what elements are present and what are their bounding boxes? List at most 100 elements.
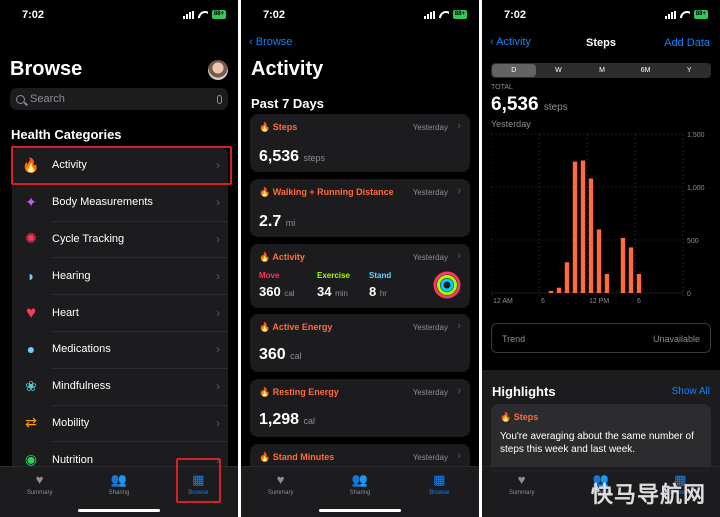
category-item-mindfulness[interactable]: ❀ Mindfulness › <box>12 367 228 405</box>
y-tick-label: 1,500 <box>687 132 705 139</box>
battery-icon: 88+ <box>693 10 708 19</box>
highlight-box-activity <box>11 146 232 185</box>
chevron-right-icon: › <box>216 268 220 283</box>
range-6month[interactable]: 6M <box>624 63 668 78</box>
chart-bar <box>620 237 626 293</box>
chevron-right-icon: › <box>457 120 461 132</box>
tab-label: Sharing <box>108 490 130 496</box>
activity-rings-card[interactable]: 🔥 Activity Yesterday › Move 360 cal Exer… <box>250 244 470 308</box>
distance-card[interactable]: 🔥 Walking + Running Distance Yesterday ›… <box>250 179 470 237</box>
category-label: Cycle Tracking <box>52 232 125 245</box>
chart-bar <box>556 287 562 293</box>
exercise-value: 34 min <box>317 284 348 299</box>
chevron-right-icon: › <box>216 415 220 430</box>
distance-card-title: 🔥 Walking + Running Distance <box>259 187 394 197</box>
chevron-right-icon: › <box>216 195 220 210</box>
status-time: 7:02 <box>263 9 286 21</box>
active-energy-card-title: 🔥 Active Energy <box>259 322 333 332</box>
category-label: Hearing <box>52 269 91 282</box>
chevron-right-icon: › <box>457 250 461 262</box>
avatar[interactable] <box>208 60 228 80</box>
mindfulness-icon: ❀ <box>25 377 37 394</box>
flame-icon: 🔥 <box>259 387 273 397</box>
tab-summary[interactable]: ♥ Summary <box>492 467 552 517</box>
chevron-right-icon: › <box>216 379 220 394</box>
chevron-right-icon: › <box>216 342 220 357</box>
add-data-button[interactable]: Add Data <box>664 37 710 49</box>
flame-icon: 🔥 <box>500 412 514 422</box>
signal-icon <box>182 10 194 19</box>
signal-icon <box>664 10 676 19</box>
wifi-icon <box>680 11 690 19</box>
tab-label: Summary <box>26 490 53 496</box>
activity-rings-icon <box>433 271 461 299</box>
range-week[interactable]: W <box>537 63 581 78</box>
chart-bar <box>628 247 634 293</box>
activity-card-title: 🔥 Activity <box>259 252 305 262</box>
card-date: Yesterday <box>412 453 448 462</box>
x-tick-label: 12 AM <box>493 298 513 305</box>
watermark-text: 快马导航网 <box>590 483 706 508</box>
highlight-card[interactable]: 🔥 Steps You're averaging about the same … <box>491 404 711 474</box>
y-tick-label: 500 <box>687 238 699 245</box>
x-tick-label: 6 <box>541 298 545 305</box>
range-month[interactable]: M <box>580 63 624 78</box>
chart-bar <box>564 262 570 293</box>
chart-bar <box>596 229 602 293</box>
highlight-text: You're averaging about the same number o… <box>500 431 694 455</box>
flame-icon: 🔥 <box>259 252 273 262</box>
steps-value: 6,536 steps <box>259 148 326 165</box>
range-day[interactable]: D <box>492 64 536 77</box>
category-label: Heart <box>52 306 79 319</box>
category-item-hearing[interactable]: ◗ Hearing › <box>12 257 228 294</box>
stand-minutes-card-title: 🔥 Stand Minutes <box>259 452 335 462</box>
category-label: Mindfulness <box>52 380 111 393</box>
heart-icon: ♥ <box>25 302 37 322</box>
people-icon: 👥 <box>351 472 369 487</box>
chart-bar <box>604 273 610 293</box>
resting-energy-card[interactable]: 🔥 Resting Energy Yesterday › 1,298 cal <box>250 379 470 437</box>
flame-icon: 🔥 <box>259 322 273 332</box>
trend-row[interactable]: Trend Unavailable <box>491 323 711 353</box>
search-input[interactable]: Search <box>10 88 228 110</box>
total-value: 6,536 steps <box>491 94 568 115</box>
status-icons: 88+ <box>182 10 226 19</box>
range-selector: D W M 6M Y <box>491 63 711 78</box>
flame-icon: 🔥 <box>259 187 273 197</box>
tab-summary[interactable]: ♥ Summary <box>251 467 311 517</box>
active-energy-card[interactable]: 🔥 Active Energy Yesterday › 360 cal <box>250 314 470 372</box>
status-bar: 7:02 88+ <box>241 0 479 30</box>
grid-icon: ▦ <box>433 472 446 487</box>
chart-bar <box>588 178 594 293</box>
tab-bar: ♥ Summary 👥 Sharing ▦ Browse <box>241 466 479 517</box>
status-icons: 88+ <box>423 10 467 19</box>
tab-summary[interactable]: ♥ Summary <box>10 467 70 517</box>
back-label: Browse <box>255 36 293 48</box>
range-year[interactable]: Y <box>667 63 711 78</box>
category-label: Medications <box>52 343 111 356</box>
category-item-mobility[interactable]: ⇄ Mobility › <box>12 404 228 442</box>
y-tick-label: 1,000 <box>687 185 705 192</box>
steps-card[interactable]: 🔥 Steps Yesterday › 6,536 steps <box>250 114 470 172</box>
distance-value: 2.7 mi <box>259 213 296 230</box>
card-date: Yesterday <box>412 253 448 262</box>
card-date: Yesterday <box>412 323 448 332</box>
chart-bar <box>572 161 578 293</box>
category-item-cycle-tracking[interactable]: ✺ Cycle Tracking › <box>12 220 228 258</box>
show-all-button[interactable]: Show All <box>672 386 710 397</box>
page-title: Browse <box>10 58 83 80</box>
category-label: Body Measurements <box>52 196 153 209</box>
home-indicator <box>78 509 160 512</box>
category-item-body-measurements[interactable]: ✦ Body Measurements › <box>12 183 228 221</box>
category-item-medications[interactable]: ● Medications › <box>12 330 228 368</box>
tab-browse[interactable]: ▦ Browse <box>409 467 469 517</box>
resting-energy-card-title: 🔥 Resting Energy <box>259 387 339 397</box>
category-item-heart[interactable]: ♥ Heart › <box>12 294 228 331</box>
steps-chart[interactable]: 1,500 1,000 500 0 12 AM 6 12 PM 6 <box>491 128 716 308</box>
stand-value: 8 hr <box>369 284 387 299</box>
back-button[interactable]: ‹ Browse <box>249 36 292 48</box>
flame-icon: 🔥 <box>259 122 273 132</box>
tab-label: Browse <box>429 490 450 496</box>
microphone-icon[interactable] <box>217 94 222 104</box>
highlight-box-browse-tab <box>176 458 221 503</box>
